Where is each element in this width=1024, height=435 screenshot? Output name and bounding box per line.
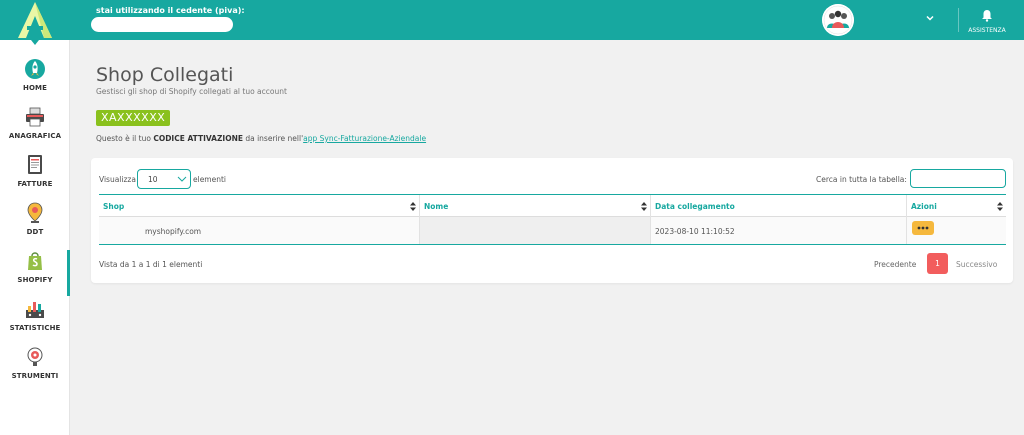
table-info: Vista da 1 a 1 di 1 elementi [99, 260, 203, 269]
chevron-down-icon[interactable] [924, 12, 936, 24]
column-header-label: Nome [424, 202, 449, 211]
sort-icon [641, 202, 647, 211]
page-button-1[interactable]: 1 [927, 253, 948, 274]
chart-icon [26, 302, 44, 318]
column-header-label: Data collegamento [655, 202, 735, 211]
printer-icon [26, 107, 44, 127]
sidebar-item-home[interactable]: HOME [0, 58, 70, 104]
table-header: Shop Nome Data collegamento Azioni [99, 195, 1006, 217]
cell-data: 2023-08-10 11:10:52 [651, 217, 907, 244]
logo-a-icon [18, 2, 52, 38]
sidebar-item-statistiche[interactable]: STATISTICHE [0, 298, 70, 344]
top-bar: stai utilizzando il cedente (piva): ASSI… [70, 0, 1024, 40]
activation-prefix: Questo è il tuo [96, 134, 154, 143]
column-header-data[interactable]: Data collegamento [651, 195, 907, 217]
piva-input[interactable] [91, 17, 233, 32]
column-header-azioni[interactable]: Azioni [907, 195, 1006, 217]
avatar[interactable] [822, 4, 854, 36]
sync-app-link[interactable]: app Sync-Fatturazione-Aziendale [303, 134, 426, 143]
sidebar-item-label: DDT [26, 228, 44, 236]
table-row: myshopify.com 2023-08-10 11:10:52 [99, 217, 1006, 244]
cell-azioni [907, 217, 1006, 244]
prev-page-button[interactable]: Precedente [874, 260, 916, 269]
shops-table-card: Visualizza 10 elementi Cerca in tutta la… [91, 158, 1013, 283]
sort-icon [997, 202, 1003, 211]
column-header-label: Shop [103, 202, 125, 211]
page-length-value: 10 [148, 175, 158, 184]
activation-text: Questo è il tuo CODICE ATTIVAZIONE da in… [96, 134, 426, 143]
search-input[interactable] [910, 169, 1006, 188]
location-pin-icon [27, 202, 43, 223]
sidebar-item-label: STRUMENTI [11, 372, 59, 380]
column-header-shop[interactable]: Shop [99, 195, 420, 217]
sidebar-item-strumenti[interactable]: STRUMENTI [0, 346, 70, 392]
sort-icon [410, 202, 416, 211]
next-page-button[interactable]: Successivo [956, 260, 997, 269]
activation-code-label: CODICE ATTIVAZIONE [153, 134, 243, 143]
rocket-icon [25, 59, 45, 79]
sidebar-item-anagrafica[interactable]: ANAGRAFICA [0, 106, 70, 152]
page-length-select[interactable]: 10 [137, 169, 191, 189]
shops-table: Shop Nome Data collegamento Azioni mysho… [99, 194, 1006, 245]
sidebar-item-label: ANAGRAFICA [8, 132, 62, 140]
logo-caret [31, 40, 39, 45]
row-actions-button[interactable] [912, 221, 934, 235]
column-header-label: Azioni [911, 202, 937, 211]
activation-code-badge: XAXXXXXX [96, 110, 171, 126]
sidebar-item-shopify[interactable]: SHOPIFY [0, 250, 70, 296]
sidebar-item-ddt[interactable]: DDT [0, 202, 70, 248]
sidebar-item-label: STATISTICHE [9, 324, 61, 332]
shopify-bag-icon [28, 252, 42, 270]
document-icon [28, 155, 42, 174]
piva-label: stai utilizzando il cedente (piva): [96, 6, 245, 15]
cell-shop: myshopify.com [99, 217, 420, 244]
elements-label: elementi [193, 175, 227, 184]
tools-icon [27, 347, 43, 366]
app-logo[interactable] [0, 0, 70, 40]
bell-icon [982, 10, 992, 22]
search-label: Cerca in tutta la tabella: [816, 175, 907, 184]
cell-nome [420, 217, 651, 244]
sidebar-item-fatture[interactable]: FATTURE [0, 154, 70, 200]
help-label: ASSISTENZA [968, 27, 1006, 34]
sidebar-item-label: SHOPIFY [17, 276, 53, 284]
activation-middle: da inserire nell' [242, 134, 304, 143]
column-header-nome[interactable]: Nome [420, 195, 651, 217]
team-avatar-icon [822, 4, 854, 36]
chevron-down-icon [177, 176, 187, 182]
page-subtitle: Gestisci gli shop di Shopify collegati a… [96, 87, 287, 96]
sidebar-item-label: HOME [23, 84, 47, 92]
page-length-label: Visualizza [99, 175, 136, 184]
ellipsis-icon [917, 226, 929, 230]
page-title: Shop Collegati [96, 64, 234, 86]
divider [958, 8, 959, 32]
sidebar: HOME ANAGRAFICA FATTURE DDT SHOPIFY STAT… [0, 0, 70, 435]
sidebar-item-label: FATTURE [17, 180, 53, 188]
